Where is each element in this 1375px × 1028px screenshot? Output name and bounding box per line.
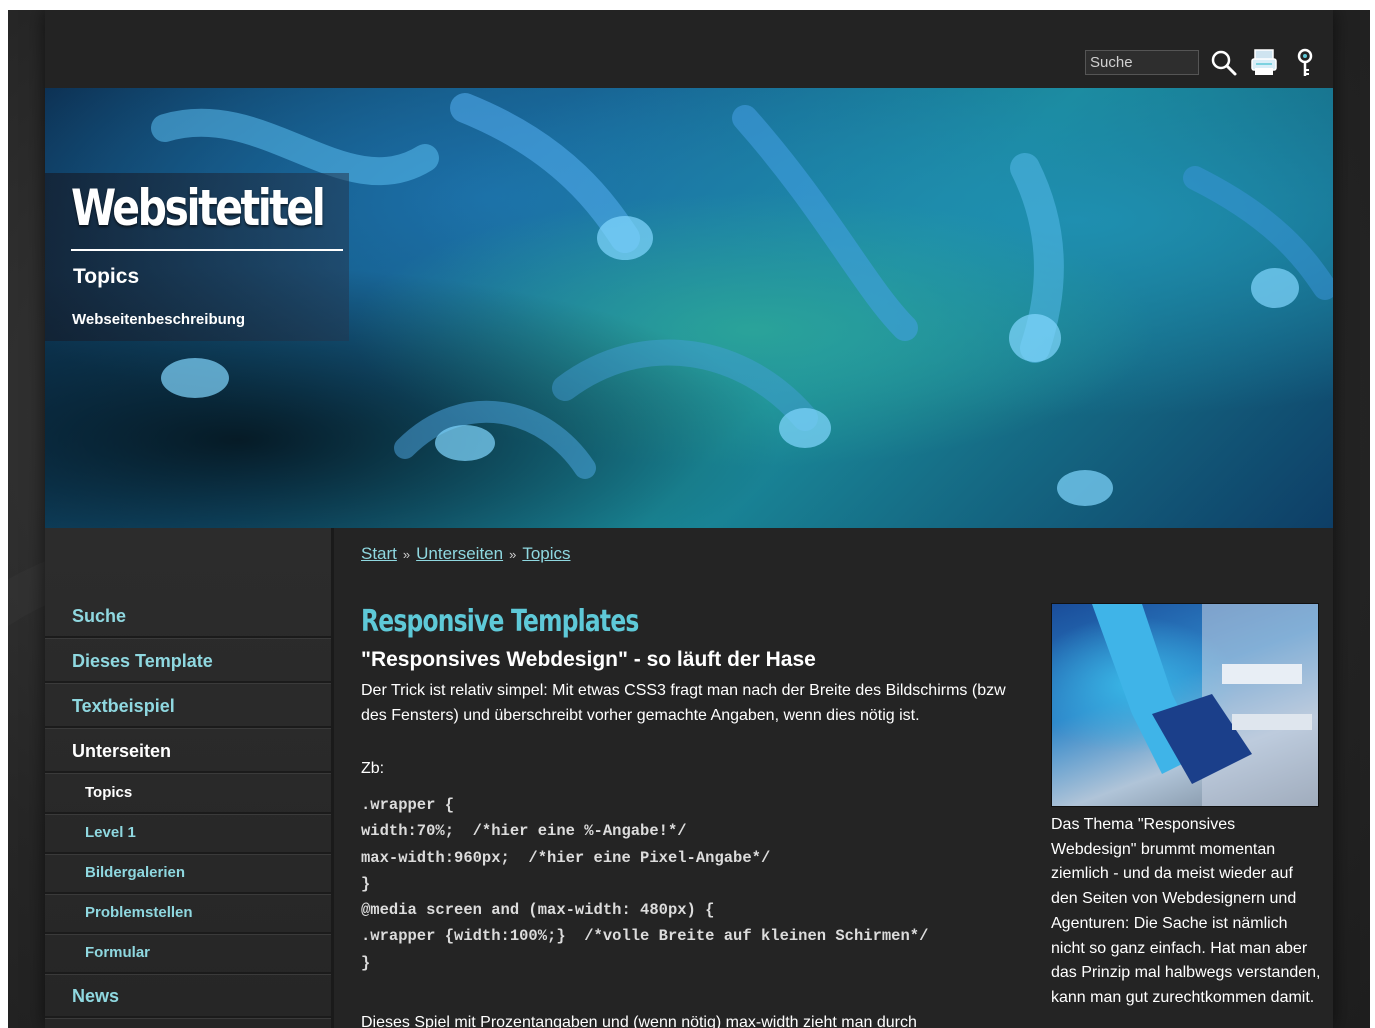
sidebar-subitem-level-1[interactable]: Level 1 (45, 814, 331, 854)
code-line: max-width:960px; /*hier eine Pixel-Angab… (361, 848, 771, 867)
intro-paragraph: Der Trick ist relativ simpel: Mit etwas … (361, 682, 1006, 724)
aside-image (1051, 603, 1319, 807)
example-label: Zb: (361, 760, 385, 777)
sidebar-subitem-topics[interactable]: Topics (45, 774, 331, 814)
sidebar-subitem-formular[interactable]: Formular (45, 934, 331, 974)
network-cable-image (1092, 604, 1318, 806)
site-title-box: Websitetitel Topics Webseitenbeschreibun… (45, 173, 349, 341)
page-container: Websitetitel Topics Webseitenbeschreibun… (45, 10, 1333, 1028)
breadcrumb-separator: » (402, 547, 411, 562)
breadcrumb-link-topics[interactable]: Topics (522, 544, 570, 563)
top-bar (45, 10, 1333, 88)
sidebar-item-label: Bildergalerien (85, 864, 186, 881)
sidebar-item-label: Problemstellen (85, 904, 193, 921)
sidebar-item-label: News (72, 986, 120, 1006)
header-banner: Websitetitel Topics Webseitenbeschreibun… (45, 88, 1333, 528)
code-line: width:70%; /*hier eine %-Angabe!*/ (361, 822, 687, 841)
aside-text: Das Thema "Responsives Webdesign" brummt… (1051, 816, 1321, 1006)
site-title[interactable]: Websitetitel (71, 179, 326, 237)
site-description: Webseitenbeschreibung (72, 311, 246, 328)
title-underline (71, 249, 343, 251)
breadcrumb-link-start[interactable]: Start (361, 544, 397, 563)
sidebar-item-dieses-template[interactable]: Dieses Template (45, 639, 331, 683)
sidebar-subitem-bildergalerien[interactable]: Bildergalerien (45, 854, 331, 894)
code-line: @media screen and (max-width: 480px) { (361, 901, 715, 920)
sidebar-item-label: Unterseiten (72, 741, 172, 761)
sidebar-item-news[interactable]: News (45, 974, 331, 1018)
sidebar-item-suche[interactable]: Suche (45, 594, 331, 638)
article-subtitle: "Responsives Webdesign" - so läuft der H… (361, 648, 816, 671)
article-continuation: Dieses Spiel mit Prozentangaben und (wen… (361, 1014, 917, 1028)
page-background: Websitetitel Topics Webseitenbeschreibun… (8, 10, 1370, 1028)
sidebar-item-label: Topics (85, 784, 133, 801)
key-icon[interactable] (1291, 48, 1321, 78)
sidebar-item-label: Level 1 (85, 824, 136, 841)
code-line: .wrapper { (361, 796, 455, 814)
breadcrumb-separator: » (509, 547, 517, 562)
sidebar-item-textbeispiel[interactable]: Textbeispiel (45, 684, 331, 728)
sidebar-item-label: Dieses Template (72, 651, 213, 671)
search-icon[interactable] (1209, 48, 1239, 78)
sidebar-item-unterseiten[interactable]: Unterseiten (45, 729, 331, 773)
search-input[interactable] (1085, 50, 1199, 75)
code-block: .wrapper { width:70%; /*hier eine %-Angab… (361, 792, 981, 976)
print-icon[interactable] (1249, 48, 1279, 78)
article-title: Responsive Templates (361, 604, 639, 639)
article-intro: Der Trick ist relativ simpel: Mit etwas … (361, 678, 1021, 728)
sidebar-item-label: Textbeispiel (72, 696, 175, 716)
sidebar-item-label: Formular (85, 944, 151, 961)
breadcrumb: Start » Unterseiten » Topics (361, 544, 571, 564)
code-line: } (361, 953, 371, 972)
site-topic: Topics (73, 265, 140, 288)
sidebar-subitem-problemstellen[interactable]: Problemstellen (45, 894, 331, 934)
sidebar-item-label: Suche (72, 606, 127, 626)
code-line: .wrapper {width:100%;} /*volle Breite au… (361, 927, 929, 946)
code-line: } (361, 874, 371, 893)
sidebar-nav: Suche Dieses Template Textbeispiel Unter… (45, 528, 334, 1028)
breadcrumb-link-unterseiten[interactable]: Unterseiten (416, 544, 503, 563)
